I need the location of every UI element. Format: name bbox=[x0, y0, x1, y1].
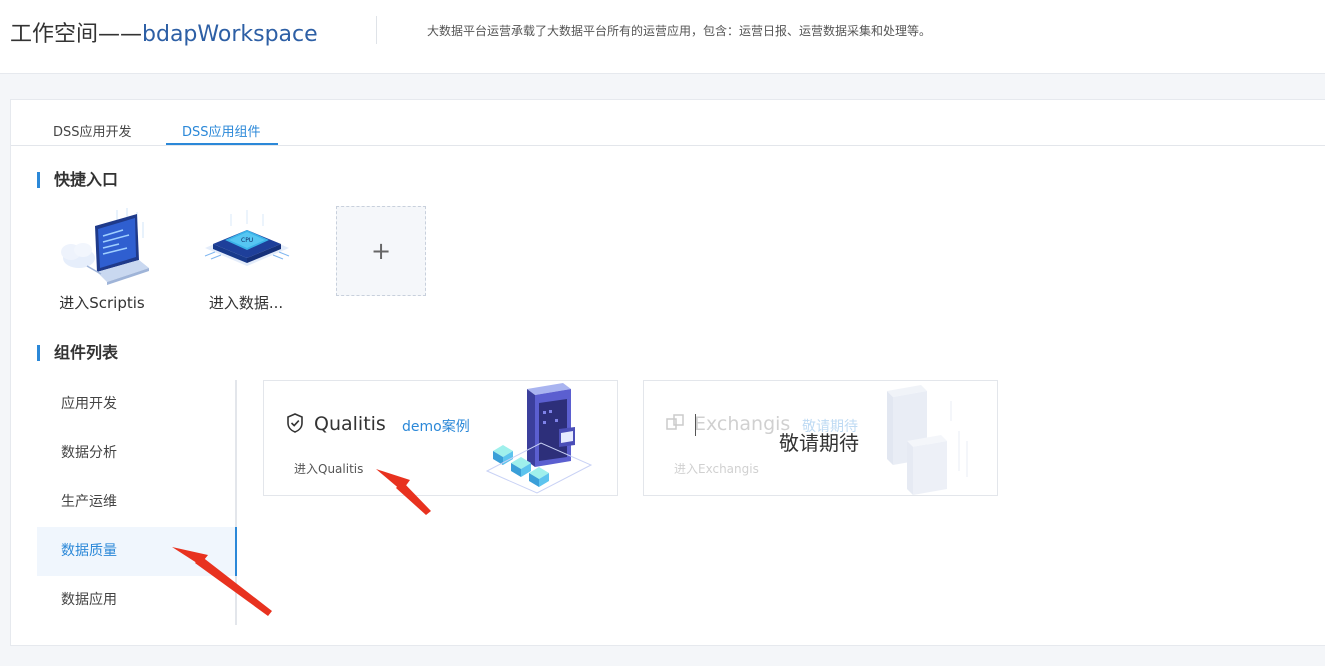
workspace-header: 工作空间——bdapWorkspace 大数据平台运营承载了大数据平台所有的运营… bbox=[0, 0, 1325, 74]
quick-entry-label: 进入数据... bbox=[208, 294, 284, 312]
svg-text:CPU: CPU bbox=[241, 237, 253, 244]
server-illustration-icon bbox=[485, 383, 593, 494]
workspace-title: 工作空间——bdapWorkspace bbox=[10, 16, 318, 48]
demo-case-link[interactable]: demo案例 bbox=[402, 416, 470, 436]
workspace-description: 大数据平台运营承载了大数据平台所有的运营应用，包含：运营日报、运营数据采集和处理… bbox=[427, 24, 932, 38]
component-card-exchangis: Exchangis 敬请期待 进入Exchangis 敬请期待 bbox=[643, 380, 998, 496]
coming-soon-overlay: 敬请期待 bbox=[779, 431, 859, 455]
category-menu: 应用开发 数据分析 生产运维 数据质量 数据应用 bbox=[37, 380, 237, 625]
exchange-illustration-icon bbox=[887, 385, 968, 495]
category-item-data-application[interactable]: 数据应用 bbox=[37, 576, 237, 625]
component-card-qualitis[interactable]: Qualitis demo案例 进入Qualitis bbox=[263, 380, 618, 496]
category-item-data-quality[interactable]: 数据质量 bbox=[37, 527, 237, 576]
enter-exchangis-link: 进入Exchangis bbox=[674, 462, 759, 476]
enter-qualitis-link[interactable]: 进入Qualitis bbox=[294, 460, 363, 477]
tab-dss-app-dev[interactable]: DSS应用开发 bbox=[53, 121, 132, 140]
category-item-app-dev[interactable]: 应用开发 bbox=[37, 380, 237, 429]
component-list-title: 组件列表 bbox=[37, 345, 118, 361]
quick-entry-label: 进入Scriptis bbox=[59, 294, 145, 312]
category-item-ops[interactable]: 生产运维 bbox=[37, 478, 237, 527]
shield-check-icon bbox=[287, 413, 303, 433]
workspace-name: bdapWorkspace bbox=[142, 22, 318, 47]
text-cursor bbox=[695, 414, 696, 436]
cpu-chip-icon: CPU bbox=[204, 210, 290, 266]
tab-dss-app-components[interactable]: DSS应用组件 bbox=[182, 121, 261, 140]
category-item-data-analysis[interactable]: 数据分析 bbox=[37, 429, 237, 478]
laptop-cloud-icon bbox=[61, 208, 149, 285]
card-name: Qualitis bbox=[314, 413, 386, 435]
quick-entry-scriptis[interactable]: 进入Scriptis bbox=[47, 208, 157, 312]
tab-bar: DSS应用开发 DSS应用组件 bbox=[11, 100, 1325, 146]
header-divider bbox=[376, 16, 377, 44]
card-name: Exchangis bbox=[694, 413, 791, 435]
main-panel: DSS应用开发 DSS应用组件 快捷入口 进入Scriptis CPU 进入数据… bbox=[10, 99, 1325, 646]
active-tab-indicator bbox=[166, 143, 278, 145]
quick-entry-data[interactable]: CPU 进入数据... bbox=[191, 208, 301, 312]
add-quick-entry-button[interactable]: + bbox=[336, 206, 426, 296]
quick-entry-title: 快捷入口 bbox=[37, 172, 118, 188]
exchange-icon bbox=[666, 414, 684, 430]
plus-icon: + bbox=[370, 237, 392, 265]
workspace-title-prefix: 工作空间—— bbox=[10, 22, 143, 47]
